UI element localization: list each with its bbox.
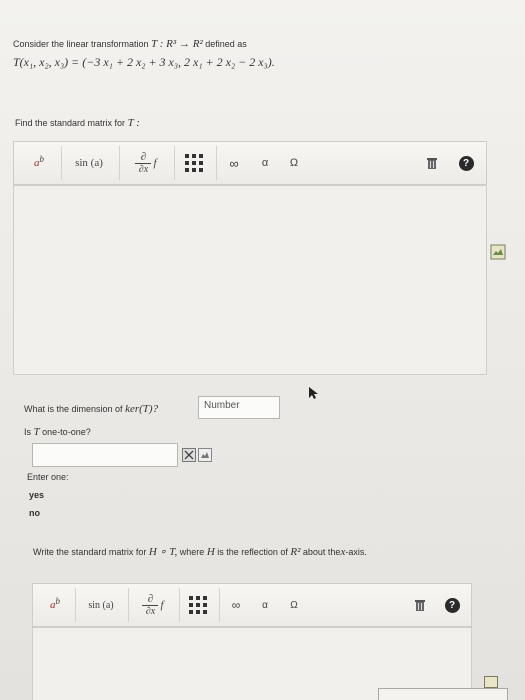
- partial-derivative-button[interactable]: ∂ ∂x f: [124, 142, 168, 184]
- cursor-icon: [308, 386, 318, 405]
- trash-icon-2[interactable]: [407, 584, 433, 626]
- option-yes[interactable]: yes: [29, 490, 44, 500]
- document-icon-2[interactable]: [198, 448, 212, 467]
- trash-icon[interactable]: [418, 142, 446, 184]
- sin-button[interactable]: sin (a): [66, 142, 112, 184]
- preview-icon[interactable]: [182, 448, 196, 467]
- superscript-button[interactable]: ab: [22, 142, 56, 184]
- sin-button-2[interactable]: sin (a): [79, 584, 123, 626]
- document-icon[interactable]: [490, 244, 506, 265]
- part1-prompt: Find the standard matrix for T :: [15, 117, 140, 129]
- question-formula: T(x₁, x₂, x₃) = (−3 x₁ + 2 x₂ + 3 x₃, 2 …: [13, 55, 275, 69]
- help-icon[interactable]: ?: [452, 142, 480, 184]
- footer-box: [378, 688, 508, 700]
- matrix-icon-2[interactable]: [183, 584, 213, 626]
- infinity-button[interactable]: ∞: [220, 142, 248, 184]
- question-line-1: Consider the linear transformation T : R…: [13, 38, 247, 50]
- dimension-prompt: What is the dimension of ker(T)?: [24, 403, 159, 415]
- options-label: Enter one:: [27, 472, 69, 482]
- math-toolbar-1: ab sin (a) ∂ ∂x f ∞ α Ω ?: [13, 141, 487, 185]
- page: Consider the linear transformation T : R…: [0, 0, 525, 700]
- infinity-button-2[interactable]: ∞: [223, 584, 249, 626]
- help-icon-2[interactable]: ?: [439, 584, 465, 626]
- dimension-input[interactable]: Number: [198, 396, 280, 419]
- math-toolbar-2: ab sin (a) ∂ ∂x f ∞ α Ω ?: [32, 583, 472, 627]
- alpha-button[interactable]: α: [252, 142, 278, 184]
- omega-button[interactable]: Ω: [280, 142, 308, 184]
- omega-button-2[interactable]: Ω: [281, 584, 307, 626]
- superscript-button-2[interactable]: ab: [39, 584, 71, 626]
- option-no[interactable]: no: [29, 508, 40, 518]
- partial-derivative-button-2[interactable]: ∂ ∂x f: [132, 584, 174, 626]
- matrix-icon[interactable]: [178, 142, 210, 184]
- alpha-button-2[interactable]: α: [253, 584, 277, 626]
- one-to-one-select[interactable]: [32, 443, 178, 467]
- part3-prompt: Write the standard matrix for H ∘ T, whe…: [33, 546, 367, 558]
- one-to-one-prompt: Is T one-to-one?: [24, 426, 91, 438]
- matrix-answer-editor-1[interactable]: [13, 185, 487, 375]
